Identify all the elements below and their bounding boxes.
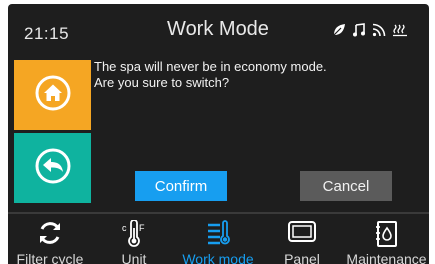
maintenance-icon bbox=[374, 220, 400, 253]
leaf-icon bbox=[332, 23, 346, 37]
clock: 21:15 bbox=[24, 24, 70, 43]
back-button[interactable] bbox=[14, 133, 91, 203]
cancel-button[interactable]: Cancel bbox=[300, 171, 392, 201]
dialog-message-line1: The spa will never be in economy mode. bbox=[94, 59, 327, 74]
wifi-icon bbox=[372, 23, 386, 37]
thermometer-icon: c F bbox=[121, 219, 147, 253]
bottom-nav: Filter cycle c F Unit Work mode Panel Ma… bbox=[8, 214, 429, 264]
svg-text:F: F bbox=[139, 223, 145, 233]
svg-text:c: c bbox=[122, 223, 127, 233]
refresh-icon bbox=[37, 220, 63, 251]
nav-item-maintenance[interactable]: Maintenance bbox=[344, 214, 429, 264]
nav-item-filter-cycle[interactable]: Filter cycle bbox=[8, 214, 92, 264]
panel-icon bbox=[287, 220, 317, 249]
status-icons bbox=[332, 20, 408, 40]
back-arrow-icon bbox=[34, 147, 72, 190]
home-button[interactable] bbox=[14, 60, 91, 130]
nav-label-filter-cycle: Filter cycle bbox=[16, 251, 84, 264]
dialog-message-line2: Are you sure to switch? bbox=[94, 75, 230, 90]
nav-label-panel: Panel bbox=[284, 251, 320, 264]
work-mode-icon bbox=[205, 220, 231, 251]
spa-control-screen: 21:15 Work Mode The spa will never be in… bbox=[8, 4, 429, 264]
home-icon bbox=[34, 74, 72, 117]
music-icon bbox=[352, 23, 366, 37]
nav-item-panel[interactable]: Panel bbox=[260, 214, 344, 264]
nav-label-work-mode: Work mode bbox=[182, 251, 254, 264]
dialog-message: The spa will never be in economy mode. A… bbox=[94, 59, 424, 91]
page-title: Work Mode bbox=[167, 18, 269, 40]
nav-label-maintenance: Maintenance bbox=[346, 251, 427, 264]
nav-label-unit: Unit bbox=[121, 251, 147, 264]
heater-icon bbox=[392, 23, 408, 37]
nav-item-unit[interactable]: c F Unit bbox=[92, 214, 176, 264]
nav-item-work-mode[interactable]: Work mode bbox=[176, 214, 260, 264]
confirm-button[interactable]: Confirm bbox=[135, 171, 227, 201]
